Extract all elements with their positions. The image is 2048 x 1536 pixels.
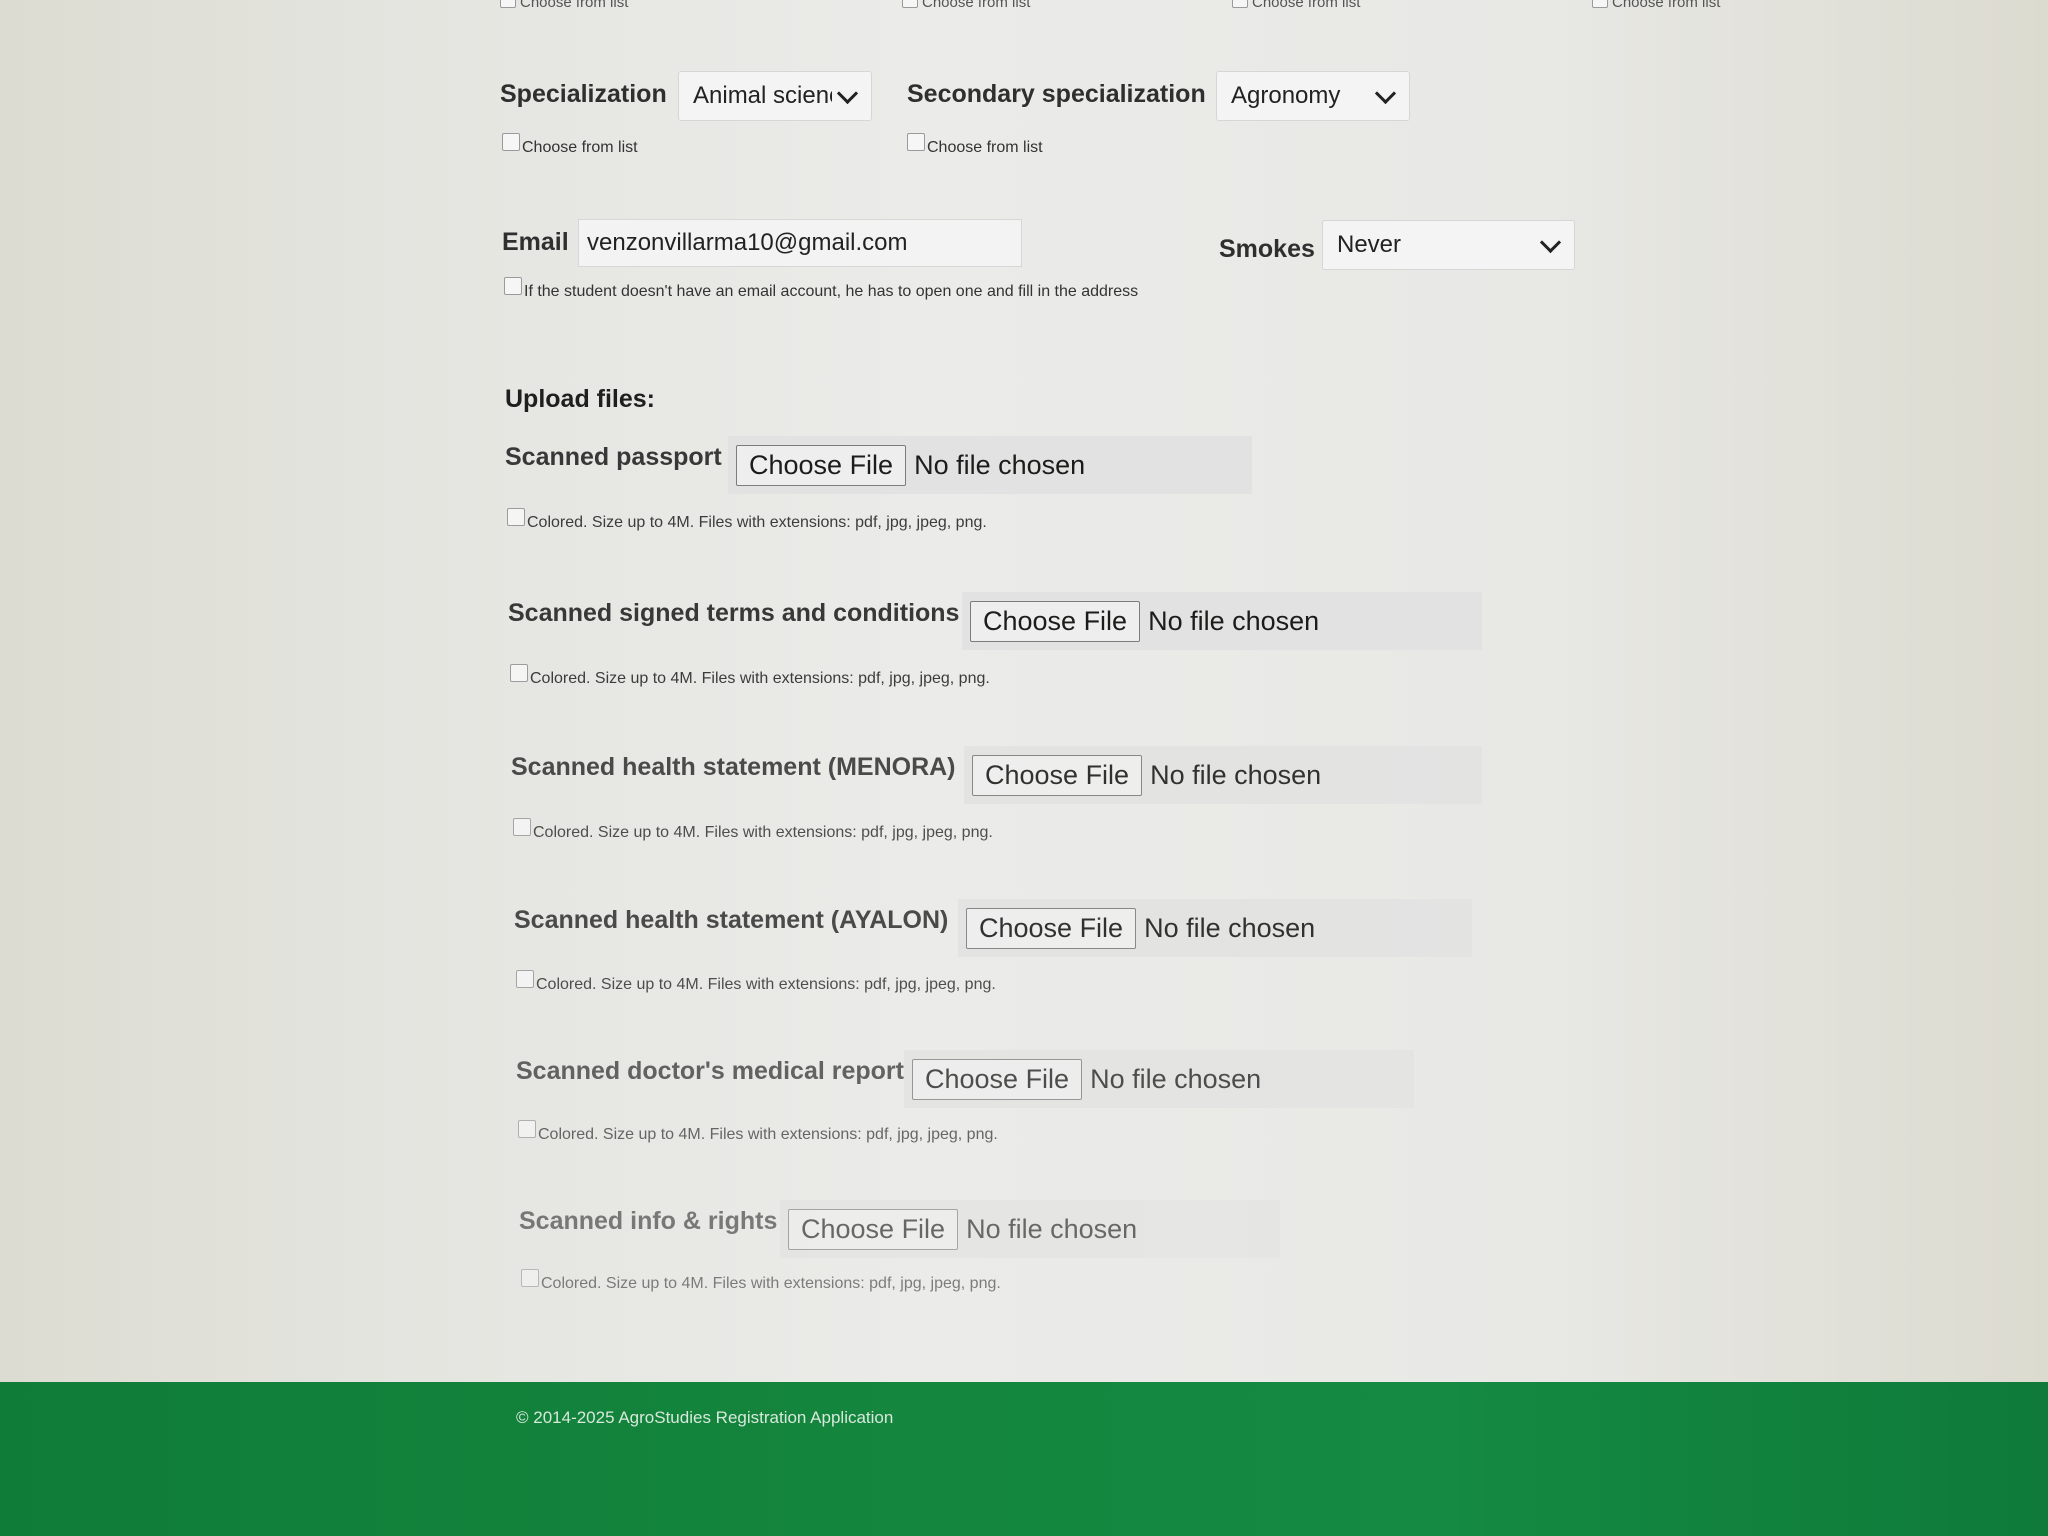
file-label-ayalon: Scanned health statement (AYALON) <box>514 906 949 934</box>
checkbox[interactable] <box>500 0 516 8</box>
file-input-menora: Choose File No file chosen <box>964 746 1482 804</box>
file-checkbox[interactable] <box>521 1269 539 1287</box>
chevron-down-icon <box>1539 231 1562 253</box>
upload-files-title: Upload files: <box>505 385 656 413</box>
secondary-specialization-select[interactable]: Agronomy <box>1216 71 1410 121</box>
file-input-passport: Choose File No file chosen <box>728 436 1252 494</box>
file-label-menora: Scanned health statement (MENORA) <box>511 753 956 781</box>
file-hint-menora: Colored. Size up to 4M. Files with exten… <box>513 818 993 842</box>
file-label-terms: Scanned signed terms and conditions <box>508 599 960 627</box>
choose-file-button[interactable]: Choose File <box>966 907 1137 949</box>
footer-copyright: © 2014-2025 AgroStudies Registration App… <box>516 1408 894 1427</box>
email-hint: If the student doesn't have an email acc… <box>504 277 1138 301</box>
file-checkbox[interactable] <box>518 1120 536 1138</box>
choose-file-button[interactable]: Choose File <box>788 1208 959 1250</box>
file-hint-terms: Colored. Size up to 4M. Files with exten… <box>510 664 990 688</box>
file-input-info-rights: Choose File No file chosen <box>780 1200 1280 1258</box>
file-label-passport: Scanned passport <box>505 443 722 471</box>
choose-file-button[interactable]: Choose File <box>972 754 1143 796</box>
file-checkbox[interactable] <box>513 818 531 836</box>
secondary-specialization-label: Secondary specialization <box>907 80 1206 108</box>
smokes-label: Smokes <box>1219 235 1315 263</box>
email-field[interactable]: venzonvillarma10@gmail.com <box>578 219 1022 267</box>
top-hint-2: Choose from list <box>902 0 1030 12</box>
choose-file-button[interactable]: Choose File <box>970 600 1141 642</box>
file-status: No file chosen <box>1150 759 1322 790</box>
file-input-medical-report: Choose File No file chosen <box>904 1050 1414 1108</box>
checkbox[interactable] <box>902 0 918 8</box>
email-checkbox[interactable] <box>504 277 522 295</box>
file-label-info-rights: Scanned info & rights <box>519 1207 778 1235</box>
file-hint-info-rights: Colored. Size up to 4M. Files with exten… <box>521 1269 1001 1293</box>
file-label-medical-report: Scanned doctor's medical report <box>516 1057 904 1085</box>
specialization-select[interactable]: Animal scienc <box>678 71 872 121</box>
specialization-hint: Choose from list <box>502 133 638 157</box>
choose-file-button[interactable]: Choose File <box>912 1058 1083 1100</box>
file-input-ayalon: Choose File No file chosen <box>958 899 1472 957</box>
file-hint-medical-report: Colored. Size up to 4M. Files with exten… <box>518 1120 998 1144</box>
top-hint-1: Choose from list <box>500 0 628 12</box>
secondary-specialization-hint: Choose from list <box>907 133 1043 157</box>
file-status: No file chosen <box>1090 1063 1262 1094</box>
file-checkbox[interactable] <box>516 970 534 988</box>
specialization-value: Animal scienc <box>693 82 832 109</box>
chevron-down-icon <box>1374 82 1397 104</box>
file-hint-ayalon: Colored. Size up to 4M. Files with exten… <box>516 970 996 994</box>
chevron-down-icon <box>836 82 859 104</box>
file-status: No file chosen <box>914 449 1086 480</box>
file-checkbox[interactable] <box>510 664 528 682</box>
secondary-specialization-value: Agronomy <box>1231 82 1341 109</box>
checkbox[interactable] <box>1592 0 1608 8</box>
footer: © 2014-2025 AgroStudies Registration App… <box>0 1382 2048 1536</box>
file-hint-passport: Colored. Size up to 4M. Files with exten… <box>507 508 987 532</box>
top-hint-3: Choose from list <box>1232 0 1360 12</box>
file-checkbox[interactable] <box>507 508 525 526</box>
file-status: No file chosen <box>1144 912 1316 943</box>
specialization-checkbox[interactable] <box>502 133 520 151</box>
checkbox[interactable] <box>1232 0 1248 8</box>
top-hint-4: Choose from list <box>1592 0 1720 12</box>
file-input-terms: Choose File No file chosen <box>962 592 1482 650</box>
registration-form-page: Choose from list Choose from list Choose… <box>0 0 2048 1536</box>
file-status: No file chosen <box>1148 605 1320 636</box>
smokes-select[interactable]: Never <box>1322 220 1575 270</box>
smokes-value: Never <box>1337 231 1402 258</box>
choose-file-button[interactable]: Choose File <box>736 444 907 486</box>
file-status: No file chosen <box>966 1213 1138 1244</box>
email-label: Email <box>502 228 569 256</box>
secondary-specialization-checkbox[interactable] <box>907 133 925 151</box>
specialization-label: Specialization <box>500 80 667 108</box>
